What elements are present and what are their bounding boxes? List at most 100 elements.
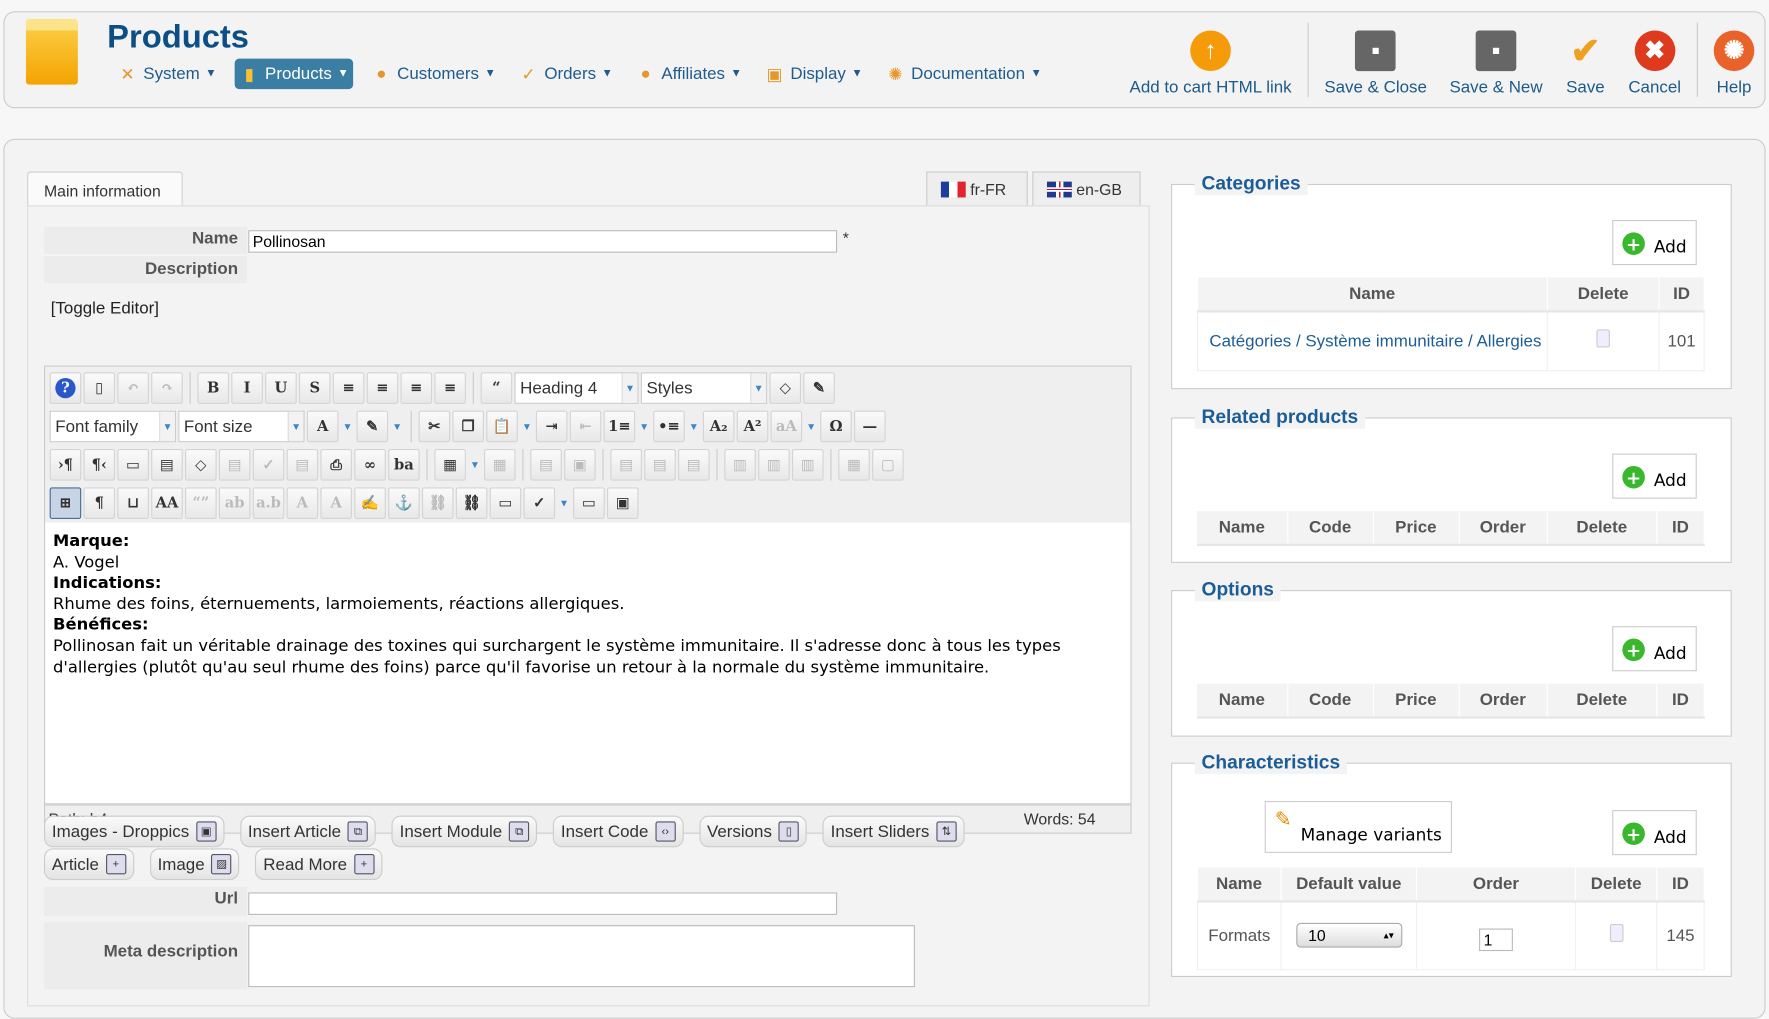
cell-props-icon[interactable]: ▣ xyxy=(564,449,596,481)
indent-icon[interactable]: ⇥ xyxy=(535,410,568,443)
code-icon[interactable]: ◇ xyxy=(185,449,217,481)
highlight-color-icon[interactable]: ✎ xyxy=(356,410,389,443)
add-category-button[interactable]: + Add xyxy=(1612,219,1697,266)
trash-icon[interactable] xyxy=(1609,924,1623,943)
add-characteristic-button[interactable]: + Add xyxy=(1612,810,1697,856)
spellcheck-icon[interactable]: ✓ xyxy=(523,487,556,519)
tab-lang-en[interactable]: en-GB xyxy=(1032,171,1141,207)
doc-list-icon[interactable]: ▤ xyxy=(286,449,319,481)
add-related-button[interactable]: + Add xyxy=(1612,453,1697,499)
insert-code-button[interactable]: Insert Code ‹› xyxy=(552,815,684,848)
layer-icon[interactable]: ▣ xyxy=(606,487,639,519)
name-input[interactable] xyxy=(248,230,838,253)
help-button[interactable]: ✺ Help xyxy=(1702,30,1765,97)
col-delete-icon[interactable]: ▥ xyxy=(791,449,824,481)
undo-icon[interactable]: ↶ xyxy=(117,372,149,404)
menu-system[interactable]: ✕ System ▼ xyxy=(113,59,221,89)
tab-lang-fr[interactable]: fr-FR xyxy=(926,171,1028,207)
font-style-icon[interactable]: AA xyxy=(151,487,183,519)
replace-icon[interactable]: ba xyxy=(388,449,420,481)
order-input[interactable] xyxy=(1479,928,1513,952)
visual-aid-icon[interactable]: ⊞ xyxy=(49,487,82,519)
image-icon[interactable]: ▭ xyxy=(489,487,522,519)
merge-cells-icon[interactable]: ▢ xyxy=(872,449,904,481)
style-icon[interactable]: aA xyxy=(770,410,803,443)
rtl-icon[interactable]: ¶‹ xyxy=(83,449,116,481)
nonbreaking-icon[interactable]: ⊔ xyxy=(117,487,149,519)
abbr-icon[interactable]: ab xyxy=(218,487,251,519)
horizontal-rule-icon[interactable]: — xyxy=(854,410,886,443)
dropdown-arrow-icon[interactable]: ▼ xyxy=(390,421,404,432)
category-link[interactable]: Catégories / Système immunitaire / Aller… xyxy=(1209,331,1541,350)
table-icon[interactable]: ▦ xyxy=(434,449,466,481)
toggle-editor-link[interactable]: [Toggle Editor] xyxy=(51,299,159,318)
bullet-list-icon[interactable]: •≡ xyxy=(653,410,685,443)
text-color-icon[interactable]: A xyxy=(306,410,339,443)
doc-icon[interactable]: ▤ xyxy=(218,449,251,481)
menu-customers[interactable]: ● Customers ▼ xyxy=(367,59,501,89)
paste-icon[interactable]: 📋 xyxy=(486,410,518,443)
col-before-icon[interactable]: ▥ xyxy=(724,449,756,481)
new-document-icon[interactable]: ▯ xyxy=(83,372,116,404)
default-value-select[interactable]: 10 ▴▾ xyxy=(1295,923,1402,948)
del-icon[interactable]: A xyxy=(286,487,319,519)
cut-icon[interactable]: ✂ xyxy=(418,410,451,443)
versions-button[interactable]: Versions ▯ xyxy=(699,815,807,848)
search-binoculars-icon[interactable]: ∞ xyxy=(354,449,386,481)
ltr-icon[interactable]: ›¶ xyxy=(49,449,82,481)
redo-icon[interactable]: ↷ xyxy=(151,372,183,404)
subscript-icon[interactable]: A₂ xyxy=(702,410,735,443)
dropdown-arrow-icon[interactable]: ▼ xyxy=(520,421,534,432)
manage-variants-button[interactable]: ✎ Manage variants xyxy=(1264,801,1452,853)
ordered-list-icon[interactable]: 1≡ xyxy=(603,410,636,443)
menu-orders[interactable]: ✓ Orders ▼ xyxy=(514,59,618,89)
link-icon[interactable]: ⛓ xyxy=(455,487,488,519)
meta-description-textarea[interactable] xyxy=(248,925,915,988)
cite-icon[interactable]: “” xyxy=(185,487,217,519)
preview-icon[interactable]: ▭ xyxy=(117,449,149,481)
col-after-icon[interactable]: ▥ xyxy=(758,449,790,481)
add-to-cart-html-link-button[interactable]: ↑ Add to cart HTML link xyxy=(1118,30,1303,97)
acronym-icon[interactable]: a.b xyxy=(252,487,285,519)
insert-sliders-button[interactable]: Insert Sliders ⇅ xyxy=(822,815,965,848)
outdent-icon[interactable]: ⇤ xyxy=(569,410,602,443)
read-more-button[interactable]: Read More + xyxy=(255,848,382,880)
dropdown-arrow-icon[interactable]: ▼ xyxy=(687,421,701,432)
image-button[interactable]: Image ▨ xyxy=(149,848,240,880)
format-select[interactable]: Heading 4 ▼ xyxy=(514,372,639,404)
save-button[interactable]: ✔ Save xyxy=(1554,30,1617,97)
special-char-icon[interactable]: Ω xyxy=(820,410,852,443)
menu-products[interactable]: ▮ Products ▼ xyxy=(234,58,354,90)
editor-content[interactable]: Marque: A. Vogel Indications: Rhume des foi… xyxy=(43,522,1132,805)
doc-check-icon[interactable]: ✓ xyxy=(252,449,285,481)
paragraph-icon[interactable]: ¶ xyxy=(83,487,116,519)
row-delete-icon[interactable]: ▤ xyxy=(678,449,710,481)
font-family-select[interactable]: Font family ▼ xyxy=(49,410,176,443)
url-input[interactable] xyxy=(248,892,838,915)
align-right-icon[interactable]: ≡ xyxy=(434,372,466,404)
eraser-icon[interactable]: ◇ xyxy=(769,372,802,404)
menu-affiliates[interactable]: ● Affiliates ▼ xyxy=(631,59,746,89)
blockquote-icon[interactable]: “ xyxy=(480,372,513,404)
table-delete-icon[interactable]: ▦ xyxy=(483,449,516,481)
split-cells-icon[interactable]: ▦ xyxy=(838,449,870,481)
save-close-button[interactable]: ▪ Save & Close xyxy=(1313,30,1438,97)
align-center-icon[interactable]: ≡ xyxy=(366,372,399,404)
insert-article-button[interactable]: Insert Article ⧉ xyxy=(239,815,376,848)
anchor-icon[interactable]: ⚓ xyxy=(388,487,420,519)
insert-module-button[interactable]: Insert Module ⧉ xyxy=(391,815,538,848)
align-left-icon[interactable]: ≡ xyxy=(400,372,433,404)
italic-icon[interactable]: I xyxy=(231,372,263,404)
pagebreak-icon[interactable]: ▭ xyxy=(573,487,605,519)
dropdown-arrow-icon[interactable]: ▼ xyxy=(804,421,818,432)
font-size-select[interactable]: Font size ▼ xyxy=(178,410,305,443)
template-icon[interactable]: ▤ xyxy=(151,449,183,481)
row-before-icon[interactable]: ▤ xyxy=(610,449,642,481)
dropdown-arrow-icon[interactable]: ▼ xyxy=(637,421,651,432)
strikethrough-icon[interactable]: S xyxy=(298,372,331,404)
attributes-icon[interactable]: ✍ xyxy=(354,487,386,519)
copy-icon[interactable]: ❐ xyxy=(452,410,484,443)
tab-main-information[interactable]: Main information xyxy=(27,171,183,207)
unlink-icon[interactable]: ⛓ xyxy=(421,487,454,519)
underline-icon[interactable]: U xyxy=(265,372,297,404)
